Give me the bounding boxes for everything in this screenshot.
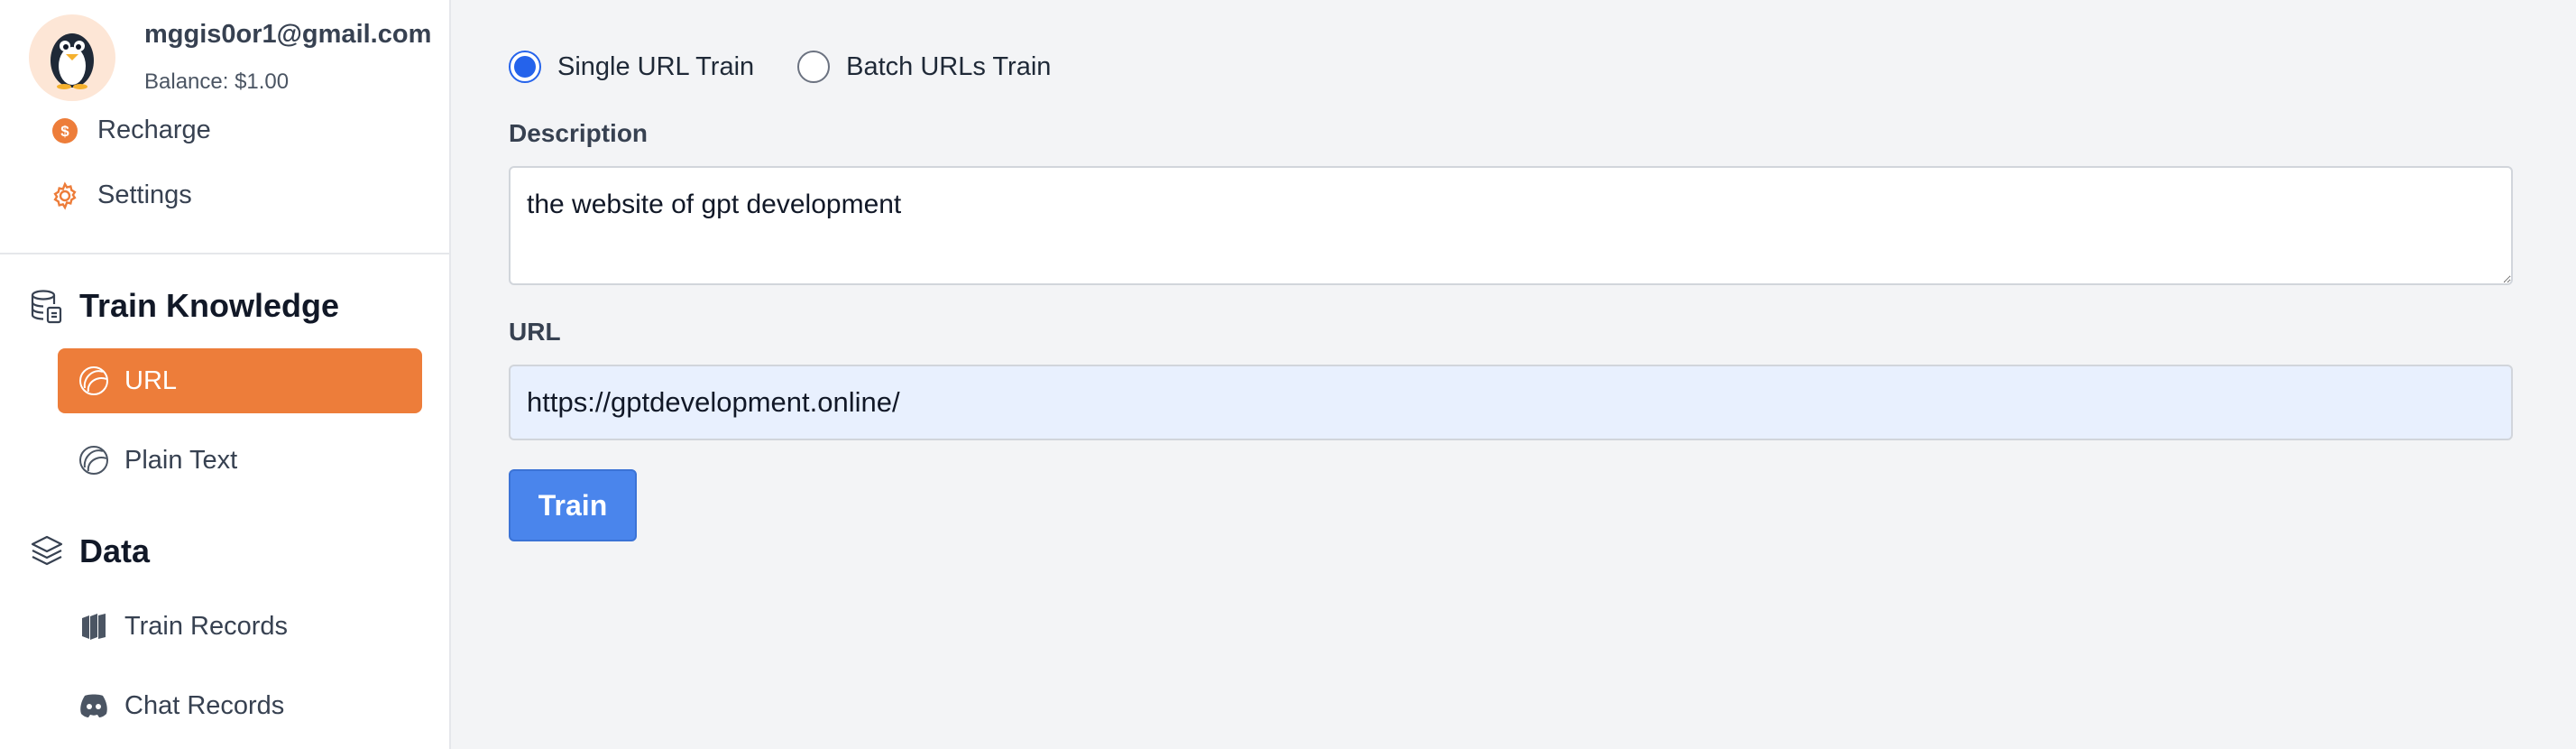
radio-batch-urls-train-label: Batch URLs Train [846, 51, 1052, 81]
gear-icon [51, 180, 79, 210]
user-email: mggis0or1@gmail.com [144, 20, 432, 49]
penguin-icon [51, 33, 94, 89]
nav-item-url[interactable]: URL [58, 348, 422, 413]
app-root: mggis0or1@gmail.com Balance: $1.00 $ Rec… [0, 0, 2576, 749]
radio-single-url-train-label: Single URL Train [557, 51, 755, 81]
books-icon [78, 610, 110, 643]
globe-icon [78, 365, 110, 397]
nav-item-chat-records-label: Chat Records [124, 690, 285, 720]
train-mode-radio-group: Single URL Train Batch URLs Train [509, 51, 1094, 83]
avatar[interactable] [29, 14, 115, 101]
url-input[interactable] [509, 365, 2513, 440]
nav-item-chat-records[interactable]: Chat Records [58, 673, 422, 738]
user-balance: Balance: $1.00 [144, 69, 290, 94]
section-data-title: Data [79, 532, 151, 569]
profile-text: mggis0or1@gmail.com Balance: $1.00 [144, 20, 431, 101]
menu-item-settings-label: Settings [97, 180, 192, 209]
train-button[interactable]: Train [509, 469, 637, 541]
main-content: Single URL Train Batch URLs Train Descri… [451, 0, 2576, 749]
description-label: Description [509, 119, 649, 147]
nav-item-url-label: URL [124, 365, 178, 395]
menu-item-settings[interactable]: Settings [51, 180, 192, 210]
nav-item-train-records[interactable]: Train Records [58, 594, 422, 659]
nav-item-plain-text[interactable]: Plain Text [58, 428, 422, 493]
radio-single-url-train[interactable]: Single URL Train [509, 51, 754, 83]
section-train-knowledge-title: Train Knowledge [79, 287, 340, 324]
globe-icon [78, 444, 110, 476]
radio-batch-urls-train[interactable]: Batch URLs Train [797, 51, 1051, 83]
nav-item-train-records-label: Train Records [124, 611, 289, 641]
url-label: URL [509, 318, 561, 346]
section-train-knowledge: Train Knowledge [29, 287, 339, 325]
nav-item-plain-text-label: Plain Text [124, 445, 238, 475]
section-data: Data [29, 532, 150, 570]
radio-single-url-train-circle[interactable] [509, 51, 541, 83]
database-icon [29, 288, 65, 324]
description-textarea[interactable]: the website of gpt development [509, 166, 2513, 285]
svg-text:$: $ [60, 123, 69, 140]
sidebar: mggis0or1@gmail.com Balance: $1.00 $ Rec… [0, 0, 451, 749]
layers-icon [29, 533, 65, 569]
chat-controller-icon [78, 689, 110, 722]
dollar-coin-icon: $ [51, 116, 79, 145]
sidebar-divider [0, 253, 449, 254]
menu-item-recharge-label: Recharge [97, 116, 211, 144]
user-profile: mggis0or1@gmail.com Balance: $1.00 [29, 14, 431, 101]
menu-item-recharge[interactable]: $ Recharge [51, 116, 211, 145]
radio-batch-urls-train-circle[interactable] [797, 51, 831, 83]
